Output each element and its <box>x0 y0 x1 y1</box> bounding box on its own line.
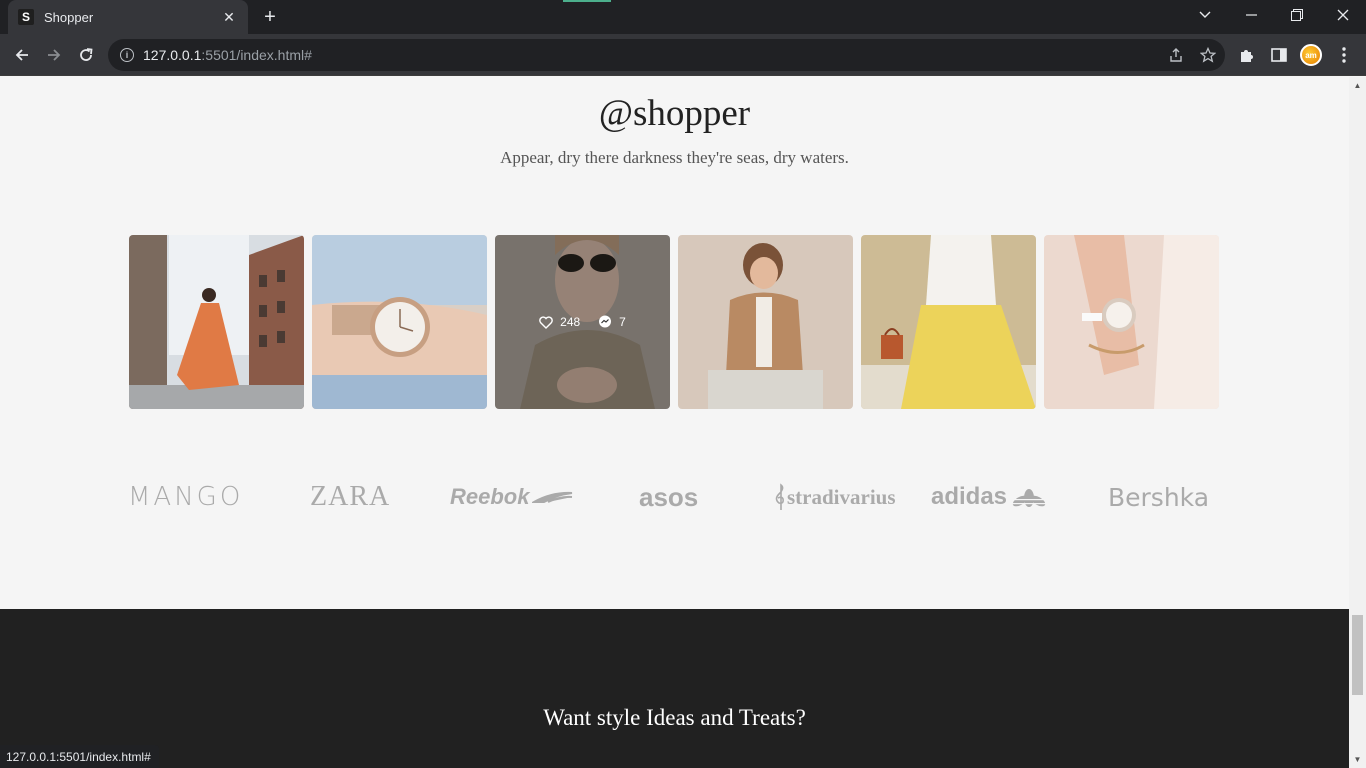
back-button[interactable] <box>8 41 36 69</box>
brand-logo-adidas[interactable]: adidas <box>931 475 1047 519</box>
forward-button[interactable] <box>40 41 68 69</box>
newsletter-title: Want style Ideas and Treats? <box>543 705 806 730</box>
instagram-tagline: Appear, dry there darkness they're seas,… <box>500 148 849 167</box>
brand-logo-stradivarius[interactable]: stradivarius <box>773 475 896 519</box>
scroll-up-icon[interactable]: ▲ <box>1353 81 1362 90</box>
side-panel-icon[interactable] <box>1268 45 1290 65</box>
gallery-photo[interactable] <box>312 235 487 409</box>
likes-count: 248 <box>560 315 581 329</box>
share-icon[interactable] <box>1167 46 1185 64</box>
brand-logo-reebok[interactable]: Reebok <box>450 475 574 519</box>
gallery-photo[interactable] <box>861 235 1036 409</box>
brand-logo-zara[interactable]: ZARA <box>310 475 390 519</box>
instagram-gallery: 248 7 <box>129 235 1219 409</box>
gallery-photo-hovered[interactable]: 248 7 <box>495 235 670 409</box>
favicon-icon: S <box>18 9 34 25</box>
link-status-bubble: 127.0.0.1:5501/index.html# <box>0 745 159 768</box>
brand-logo-asos[interactable]: asos <box>639 475 698 519</box>
kebab-menu-icon[interactable] <box>1333 45 1355 65</box>
brand-logo-bershka[interactable]: Bershka <box>1108 475 1209 519</box>
restore-button[interactable] <box>1274 0 1320 30</box>
browser-titlebar: S Shopper ✕ + <box>0 0 1366 34</box>
address-bar[interactable]: i 127.0.0.1:5501/index.html# <box>108 39 1225 71</box>
likes-stat[interactable]: 248 <box>539 315 580 329</box>
reload-button[interactable] <box>72 41 100 69</box>
adidas-trefoil-icon <box>1012 489 1047 507</box>
instagram-handle: @shopper <box>598 93 751 134</box>
url-text[interactable]: 127.0.0.1:5501/index.html# <box>143 47 312 63</box>
tab-title: Shopper <box>44 9 94 25</box>
scroll-down-icon[interactable]: ▼ <box>1353 755 1362 764</box>
messenger-icon <box>599 315 612 328</box>
heart-icon <box>539 315 553 329</box>
page-viewport: @shopper Appear, dry there darkness they… <box>0 77 1349 768</box>
tab-accent <box>563 0 611 2</box>
page-scrollbar[interactable]: ▲ ▼ <box>1349 77 1366 768</box>
arrow-right-icon <box>48 49 61 61</box>
newsletter-section: Want style Ideas and Treats? <box>0 609 1349 768</box>
star-icon[interactable] <box>1199 46 1217 64</box>
comments-count: 7 <box>619 315 626 329</box>
profile-avatar[interactable]: am <box>1300 44 1322 66</box>
photo-stats-overlay: 248 7 <box>495 235 670 409</box>
comments-stat[interactable]: 7 <box>598 315 626 329</box>
treble-clef-icon <box>775 483 784 510</box>
puzzle-icon[interactable] <box>1236 45 1258 65</box>
new-tab-button[interactable]: + <box>258 6 282 28</box>
tab-search-icon[interactable] <box>1182 0 1228 30</box>
brand-logo-mango[interactable]: MANGO <box>128 475 243 519</box>
reload-icon <box>80 48 93 61</box>
close-window-button[interactable] <box>1320 0 1366 30</box>
scrollbar-thumb[interactable] <box>1352 615 1363 695</box>
minimize-button[interactable] <box>1228 0 1274 30</box>
browser-toolbar: i 127.0.0.1:5501/index.html# am <box>0 34 1366 76</box>
gallery-photo[interactable] <box>1044 235 1219 409</box>
gallery-photo[interactable] <box>129 235 304 409</box>
close-tab-icon[interactable]: ✕ <box>220 9 238 26</box>
browser-tab[interactable]: S Shopper ✕ <box>8 0 248 34</box>
arrow-left-icon <box>15 49 28 61</box>
gallery-photo[interactable] <box>678 235 853 409</box>
brand-logos: MANGO ZARA Reebok asos stradivarius adid… <box>128 475 1209 519</box>
site-info-icon[interactable]: i <box>120 48 134 62</box>
reebok-vector-icon <box>532 491 573 503</box>
